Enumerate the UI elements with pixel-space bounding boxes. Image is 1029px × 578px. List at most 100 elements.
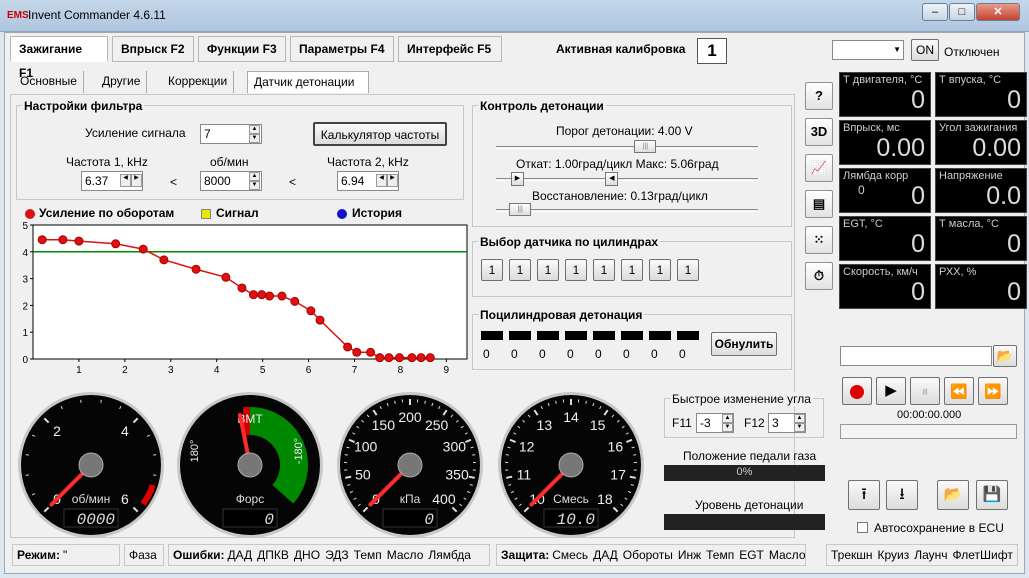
fast-forward-icon[interactable]: ⏩: [978, 377, 1008, 405]
gain-point[interactable]: [248, 290, 258, 300]
gain-point[interactable]: [366, 347, 376, 357]
recorder-progress[interactable]: [840, 424, 1017, 439]
knock-level-bar: [664, 514, 825, 530]
protection-indicator: Смесь: [552, 548, 589, 562]
autosave-checkbox[interactable]: [857, 522, 868, 533]
spin-up-icon[interactable]: ▲: [794, 414, 805, 423]
knock-gain-chart[interactable]: 0 1 2 3 4 5 1 2 3 4 5 6 7 8 9: [14, 219, 474, 384]
play-icon[interactable]: ▶: [876, 377, 906, 405]
retard-slider[interactable]: ▶: [510, 172, 524, 186]
spin-right-icon[interactable]: ▶: [387, 174, 398, 187]
gain-point[interactable]: [74, 236, 84, 246]
frequency-calculator-button[interactable]: Калькулятор частоты: [313, 122, 447, 146]
gain-point[interactable]: [58, 235, 68, 245]
cylinder-sensor-button[interactable]: 1: [621, 259, 643, 281]
retard-max-slider[interactable]: ◀: [605, 172, 619, 186]
subtab-other[interactable]: Другие: [96, 71, 148, 93]
tab-injection[interactable]: Впрыск F2: [112, 36, 194, 62]
spin-up-icon[interactable]: ▲: [249, 125, 260, 134]
gauge-tick-label: 16: [608, 439, 624, 455]
window-icon[interactable]: ▤: [805, 190, 833, 218]
pause-icon[interactable]: ⏸: [910, 377, 940, 405]
gain-point[interactable]: [159, 255, 169, 265]
gain-point[interactable]: [407, 353, 417, 363]
connect-button[interactable]: ON: [911, 39, 939, 61]
sensor-readout: Т двигателя, °C 0: [839, 72, 931, 117]
phase-status: Фаза: [124, 544, 164, 566]
cylinder-sensor-button[interactable]: 1: [481, 259, 503, 281]
f12-label: F12: [744, 416, 765, 430]
gauge-unit-label: Смесь: [553, 492, 589, 506]
save-icon[interactable]: 💾: [976, 480, 1008, 510]
spin-down-icon[interactable]: ▼: [249, 134, 260, 143]
grid-icon[interactable]: ⁙: [805, 226, 833, 254]
gain-point[interactable]: [221, 272, 231, 282]
record-button[interactable]: [842, 377, 872, 405]
gain-point[interactable]: [425, 353, 435, 363]
cylinder-sensor-button[interactable]: 1: [509, 259, 531, 281]
sensor-readout: Впрыск, мс 0.00: [839, 120, 931, 165]
protection-indicator: EGT: [739, 548, 764, 562]
rewind-icon[interactable]: ⏪: [944, 377, 974, 405]
open-file-icon[interactable]: 📂: [937, 480, 969, 510]
subtab-main[interactable]: Основные: [14, 71, 84, 93]
trend-icon[interactable]: 📈: [805, 154, 833, 182]
gain-point[interactable]: [375, 353, 385, 363]
sensor-value: 0: [911, 278, 925, 306]
pedal-bar: 0%: [664, 465, 825, 481]
gain-point[interactable]: [191, 264, 201, 274]
gauge-unit-label: Форс: [236, 492, 264, 506]
gain-point[interactable]: [352, 347, 362, 357]
spin-up-icon[interactable]: ▲: [722, 414, 733, 423]
cylinder-sensor-button[interactable]: 1: [593, 259, 615, 281]
cylinder-sensor-button[interactable]: 1: [537, 259, 559, 281]
reset-button[interactable]: Обнулить: [711, 332, 777, 356]
error-indicator: ДАД: [227, 548, 253, 562]
spin-left-icon[interactable]: ◀: [120, 174, 131, 187]
spin-left-icon[interactable]: ◀: [376, 174, 387, 187]
minimize-button[interactable]: –: [922, 3, 948, 21]
log-file-input[interactable]: [840, 346, 992, 366]
gain-point[interactable]: [384, 353, 394, 363]
gain-point[interactable]: [290, 296, 300, 306]
subtab-knock-sensor[interactable]: Датчик детонации: [247, 71, 369, 93]
cylinder-sensor-button[interactable]: 1: [649, 259, 671, 281]
gain-point[interactable]: [257, 290, 267, 300]
recovery-slider[interactable]: |||: [509, 203, 532, 216]
folder-icon[interactable]: 📂: [993, 345, 1017, 367]
upload-icon[interactable]: ⭱: [848, 480, 880, 510]
gain-point[interactable]: [416, 353, 426, 363]
threshold-slider[interactable]: |||: [634, 140, 657, 153]
tab-interface[interactable]: Интерфейс F5: [398, 36, 502, 62]
gauge-tick: [345, 475, 352, 479]
stopwatch-icon[interactable]: ⏱: [805, 262, 833, 290]
cylinder-sensor-button[interactable]: 1: [677, 259, 699, 281]
gain-point[interactable]: [37, 235, 47, 245]
gain-point[interactable]: [111, 239, 121, 249]
gain-point[interactable]: [306, 306, 316, 316]
spin-down-icon[interactable]: ▼: [722, 423, 733, 432]
tab-ignition[interactable]: Зажигание F1: [10, 36, 108, 80]
spin-down-icon[interactable]: ▼: [794, 423, 805, 432]
download-icon[interactable]: ⭳: [886, 480, 918, 510]
subtab-corrections[interactable]: Коррекции: [162, 71, 235, 93]
gain-point[interactable]: [315, 315, 325, 325]
help-icon[interactable]: ?: [805, 82, 833, 110]
tab-parameters[interactable]: Параметры F4: [290, 36, 394, 62]
gain-point[interactable]: [394, 353, 404, 363]
spin-up-icon[interactable]: ▲: [249, 172, 260, 181]
gain-point[interactable]: [138, 244, 148, 254]
gain-point[interactable]: [277, 291, 287, 301]
gain-point[interactable]: [265, 291, 275, 301]
gauge-tick: [424, 400, 426, 404]
spin-right-icon[interactable]: ▶: [131, 174, 142, 187]
3d-icon[interactable]: 3D: [805, 118, 833, 146]
tab-functions[interactable]: Функции F3: [198, 36, 286, 62]
cylinder-sensor-button[interactable]: 1: [565, 259, 587, 281]
maximize-button[interactable]: □: [949, 3, 975, 21]
gain-point[interactable]: [237, 283, 247, 293]
gain-point[interactable]: [343, 342, 353, 352]
spin-down-icon[interactable]: ▼: [249, 181, 260, 190]
port-select[interactable]: ▼: [832, 40, 904, 60]
close-button[interactable]: ✕: [976, 3, 1020, 21]
